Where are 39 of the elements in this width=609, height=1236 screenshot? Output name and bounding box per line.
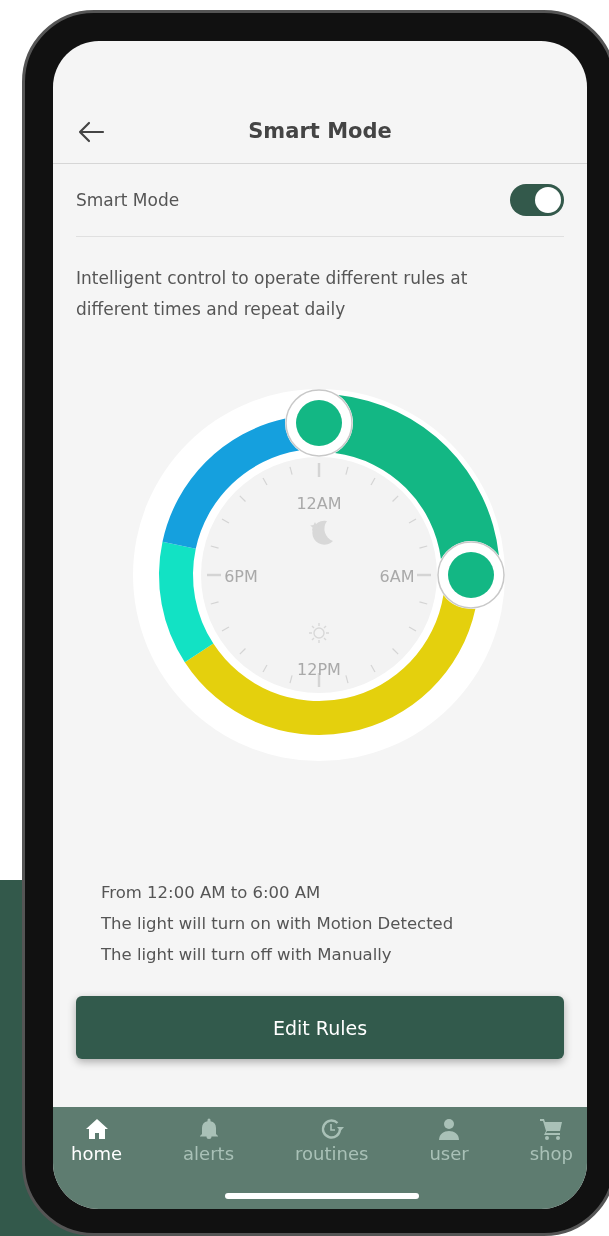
user-icon bbox=[437, 1117, 462, 1141]
tick-mark bbox=[221, 626, 230, 632]
tick-mark bbox=[262, 664, 268, 673]
clock-label: 6AM bbox=[379, 567, 415, 586]
cart-icon bbox=[539, 1117, 564, 1141]
page-title: Smart Mode bbox=[248, 119, 392, 143]
tick-mark bbox=[408, 518, 417, 524]
schedule-segment[interactable] bbox=[159, 541, 214, 663]
rule-summary-text: The light will turn on with Motion Detected bbox=[101, 913, 455, 935]
schedule-segment[interactable] bbox=[184, 594, 476, 735]
rule-summary-text: The light will turn off with Manually bbox=[101, 944, 393, 966]
edit-rules-button[interactable]: Edit Rules bbox=[76, 996, 564, 1059]
tick-mark bbox=[239, 647, 247, 655]
time-handle[interactable] bbox=[437, 541, 505, 609]
back-arrow-icon[interactable] bbox=[77, 121, 105, 143]
moon-icon bbox=[310, 520, 333, 545]
toggle-switch[interactable] bbox=[510, 184, 564, 216]
schedule-segment[interactable] bbox=[162, 418, 300, 549]
clock-label: 6PM bbox=[224, 567, 258, 586]
nav-tab[interactable]: user bbox=[429, 1111, 469, 1164]
clock-label: 12PM bbox=[297, 660, 341, 679]
clock-label: 12AM bbox=[296, 494, 342, 513]
sun-icon bbox=[308, 622, 330, 644]
tick-mark bbox=[370, 477, 376, 486]
description-text: Intelligent control to operate different rules at different times and repeat daily bbox=[76, 267, 469, 321]
time-handle[interactable] bbox=[285, 389, 353, 457]
nav-tab[interactable]: routines bbox=[295, 1111, 369, 1164]
tick-mark bbox=[391, 647, 399, 655]
rule-summary-text: From 12:00 AM to 6:00 AM bbox=[101, 882, 322, 904]
tick-mark bbox=[408, 626, 417, 632]
tick-mark bbox=[370, 664, 376, 673]
nav-tab[interactable]: home bbox=[71, 1111, 123, 1164]
tick-mark bbox=[221, 518, 230, 524]
tick-mark bbox=[239, 495, 247, 503]
tick-mark bbox=[391, 495, 399, 503]
nav-tab[interactable]: shop bbox=[529, 1111, 573, 1164]
setting-label: Smart Mode bbox=[76, 190, 180, 210]
tick-mark bbox=[262, 477, 268, 486]
nav-tab[interactable]: alerts bbox=[183, 1111, 234, 1164]
